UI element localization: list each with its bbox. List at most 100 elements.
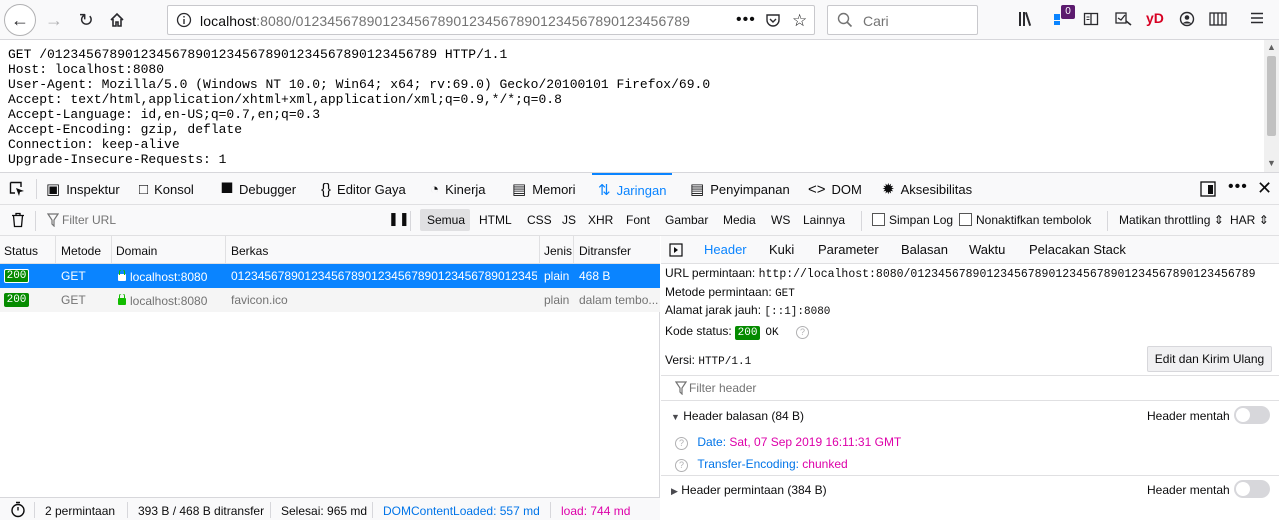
info-icon[interactable]	[176, 12, 192, 31]
trash-icon[interactable]	[11, 212, 25, 231]
table-row[interactable]: 200 GET localhost:8080 favicon.ico plain…	[0, 288, 660, 312]
dock-icon[interactable]	[1199, 180, 1217, 201]
finish-time: Selesai: 965 md	[281, 504, 368, 518]
account-icon[interactable]	[1179, 11, 1195, 30]
raw-headers-toggle[interactable]	[1234, 406, 1270, 424]
tab-dom[interactable]: <> DOM	[808, 173, 862, 205]
reader-icon[interactable]	[1083, 11, 1099, 30]
url-text: localhost:8080/0123456789012345678901234…	[200, 13, 690, 29]
inspector-icon: ▣	[46, 181, 61, 198]
scroll-down-icon[interactable]: ▼	[1267, 158, 1276, 168]
more-options-icon[interactable]: •••	[1228, 178, 1248, 196]
request-method-row: Metode permintaan: GET	[665, 285, 795, 300]
sync-icon[interactable]	[1115, 11, 1133, 30]
notification-badge: 0	[1061, 5, 1075, 19]
yd-ext-icon[interactable]: yD	[1146, 10, 1164, 26]
tab-debugger[interactable]: ⯀ Debugger	[221, 173, 296, 205]
storage-icon: ▤	[690, 181, 705, 198]
divider	[36, 179, 37, 199]
tab-timings[interactable]: Waktu	[969, 242, 1005, 257]
tab-cookies[interactable]: Kuki	[769, 242, 794, 257]
type-filter-ws[interactable]: WS	[771, 213, 790, 227]
back-arrow-icon[interactable]: ←	[4, 4, 36, 36]
tab-performance[interactable]: ◔ Kinerja	[430, 173, 486, 205]
tab-params[interactable]: Parameter	[818, 242, 879, 257]
element-picker-icon[interactable]	[9, 181, 25, 200]
column-file[interactable]: Berkas	[231, 244, 268, 258]
scroll-up-icon[interactable]: ▲	[1267, 42, 1276, 52]
request-headers-section[interactable]: ▶ Header permintaan (384 B)	[671, 483, 827, 497]
type-filter-xhr[interactable]: XHR	[588, 213, 613, 227]
persist-log-checkbox[interactable]: Simpan Log	[872, 213, 953, 227]
bookmark-star-icon[interactable]: ☆	[792, 11, 807, 31]
raw-headers-toggle[interactable]	[1234, 480, 1270, 498]
tab-storage[interactable]: ▤ Penyimpanan	[690, 173, 790, 205]
response-headers-section[interactable]: ▼ Header balasan (84 B)	[671, 409, 804, 423]
pocket-icon[interactable]	[765, 12, 781, 31]
column-method[interactable]: Metode	[61, 244, 101, 258]
network-arrows-icon: ⇅	[598, 182, 611, 199]
tab-response[interactable]: Balasan	[901, 242, 948, 257]
throttling-select[interactable]: Matikan throttling ⇕	[1119, 213, 1224, 227]
tab-inspector[interactable]: ▣ Inspektur	[46, 173, 120, 205]
status-badge: 200	[735, 326, 761, 340]
tab-memory[interactable]: ▤ Memori	[512, 173, 576, 205]
help-icon[interactable]: ?	[675, 459, 688, 472]
menu-icon[interactable]	[1249, 10, 1265, 29]
tab-stack-trace[interactable]: Pelacakan Stack	[1029, 242, 1126, 257]
help-icon[interactable]: ?	[795, 326, 809, 339]
tab-accessibility[interactable]: ✹ Aksesibilitas	[882, 173, 972, 205]
library-icon[interactable]	[1018, 11, 1036, 30]
home-icon[interactable]	[101, 4, 133, 36]
sidebar-icon[interactable]	[1209, 11, 1227, 30]
chevron-right-icon: ▶	[671, 486, 678, 496]
tab-network[interactable]: ⇅ Jaringan	[592, 173, 673, 205]
close-devtools-icon[interactable]: ✕	[1257, 178, 1272, 199]
column-type[interactable]: Jenis	[544, 244, 572, 258]
tab-headers[interactable]: Header	[704, 242, 747, 257]
status-badge: 200	[4, 269, 29, 283]
disable-cache-checkbox[interactable]: Nonaktifkan tembolok	[959, 213, 1091, 227]
url-bar[interactable]: localhost:8080/0123456789012345678901234…	[167, 5, 815, 35]
status-badge: 200	[4, 293, 29, 307]
type-filter-all[interactable]: Semua	[427, 213, 465, 227]
filter-headers-input[interactable]: Filter header	[689, 381, 756, 395]
edit-resend-button[interactable]: Edit dan Kirim Ulang	[1147, 346, 1272, 372]
type-filter-media[interactable]: Media	[723, 213, 756, 227]
page-content: GET /01234567890123456789012345678901234…	[0, 40, 1279, 172]
scroll-thumb[interactable]	[1267, 56, 1276, 136]
tab-console[interactable]: □ Konsol	[139, 173, 194, 205]
type-filter-images[interactable]: Gambar	[665, 213, 708, 227]
dom-content-loaded-time: DOMContentLoaded: 557 md	[383, 504, 540, 518]
help-icon[interactable]: ?	[675, 437, 688, 450]
column-status[interactable]: Status	[4, 244, 38, 258]
debugger-icon: ⯀	[221, 180, 234, 198]
type-filter-font[interactable]: Font	[626, 213, 650, 227]
gauge-icon: ◔	[430, 180, 440, 198]
filter-url-input[interactable]: Filter URL	[62, 213, 116, 227]
stopwatch-icon[interactable]	[10, 501, 26, 521]
type-filter-other[interactable]: Lainnya	[803, 213, 845, 227]
har-menu[interactable]: HAR ⇕	[1230, 213, 1269, 227]
reload-icon[interactable]: ↻	[70, 4, 102, 36]
type-filter-html[interactable]: HTML	[479, 213, 512, 227]
toggle-panel-icon[interactable]	[669, 243, 683, 260]
page-scrollbar[interactable]: ▲ ▼	[1264, 40, 1279, 172]
column-domain[interactable]: Domain	[116, 244, 157, 258]
column-transferred[interactable]: Ditransfer	[579, 244, 631, 258]
network-toolbar: Filter URL ❚❚ Semua HTML CSS JS XHR Font…	[0, 205, 1279, 236]
memory-icon: ▤	[512, 181, 527, 198]
search-bar[interactable]: Cari	[827, 5, 978, 35]
type-filter-css[interactable]: CSS	[527, 213, 552, 227]
code-icon: <>	[808, 180, 826, 198]
console-icon: □	[139, 180, 149, 198]
tab-style-editor[interactable]: {} Editor Gaya	[321, 173, 406, 205]
network-summary-bar: 2 permintaan 393 B / 468 B ditransfer Se…	[0, 497, 660, 520]
pause-icon[interactable]: ❚❚	[388, 211, 410, 227]
braces-icon: {}	[321, 180, 332, 198]
transfer-size: 393 B / 468 B ditransfer	[138, 504, 265, 518]
forward-arrow-icon[interactable]: →	[38, 4, 70, 36]
type-filter-js[interactable]: JS	[562, 213, 576, 227]
page-actions-icon[interactable]: •••	[736, 11, 756, 29]
table-row[interactable]: 200 GET localhost:8080 01234567890123456…	[0, 264, 660, 288]
